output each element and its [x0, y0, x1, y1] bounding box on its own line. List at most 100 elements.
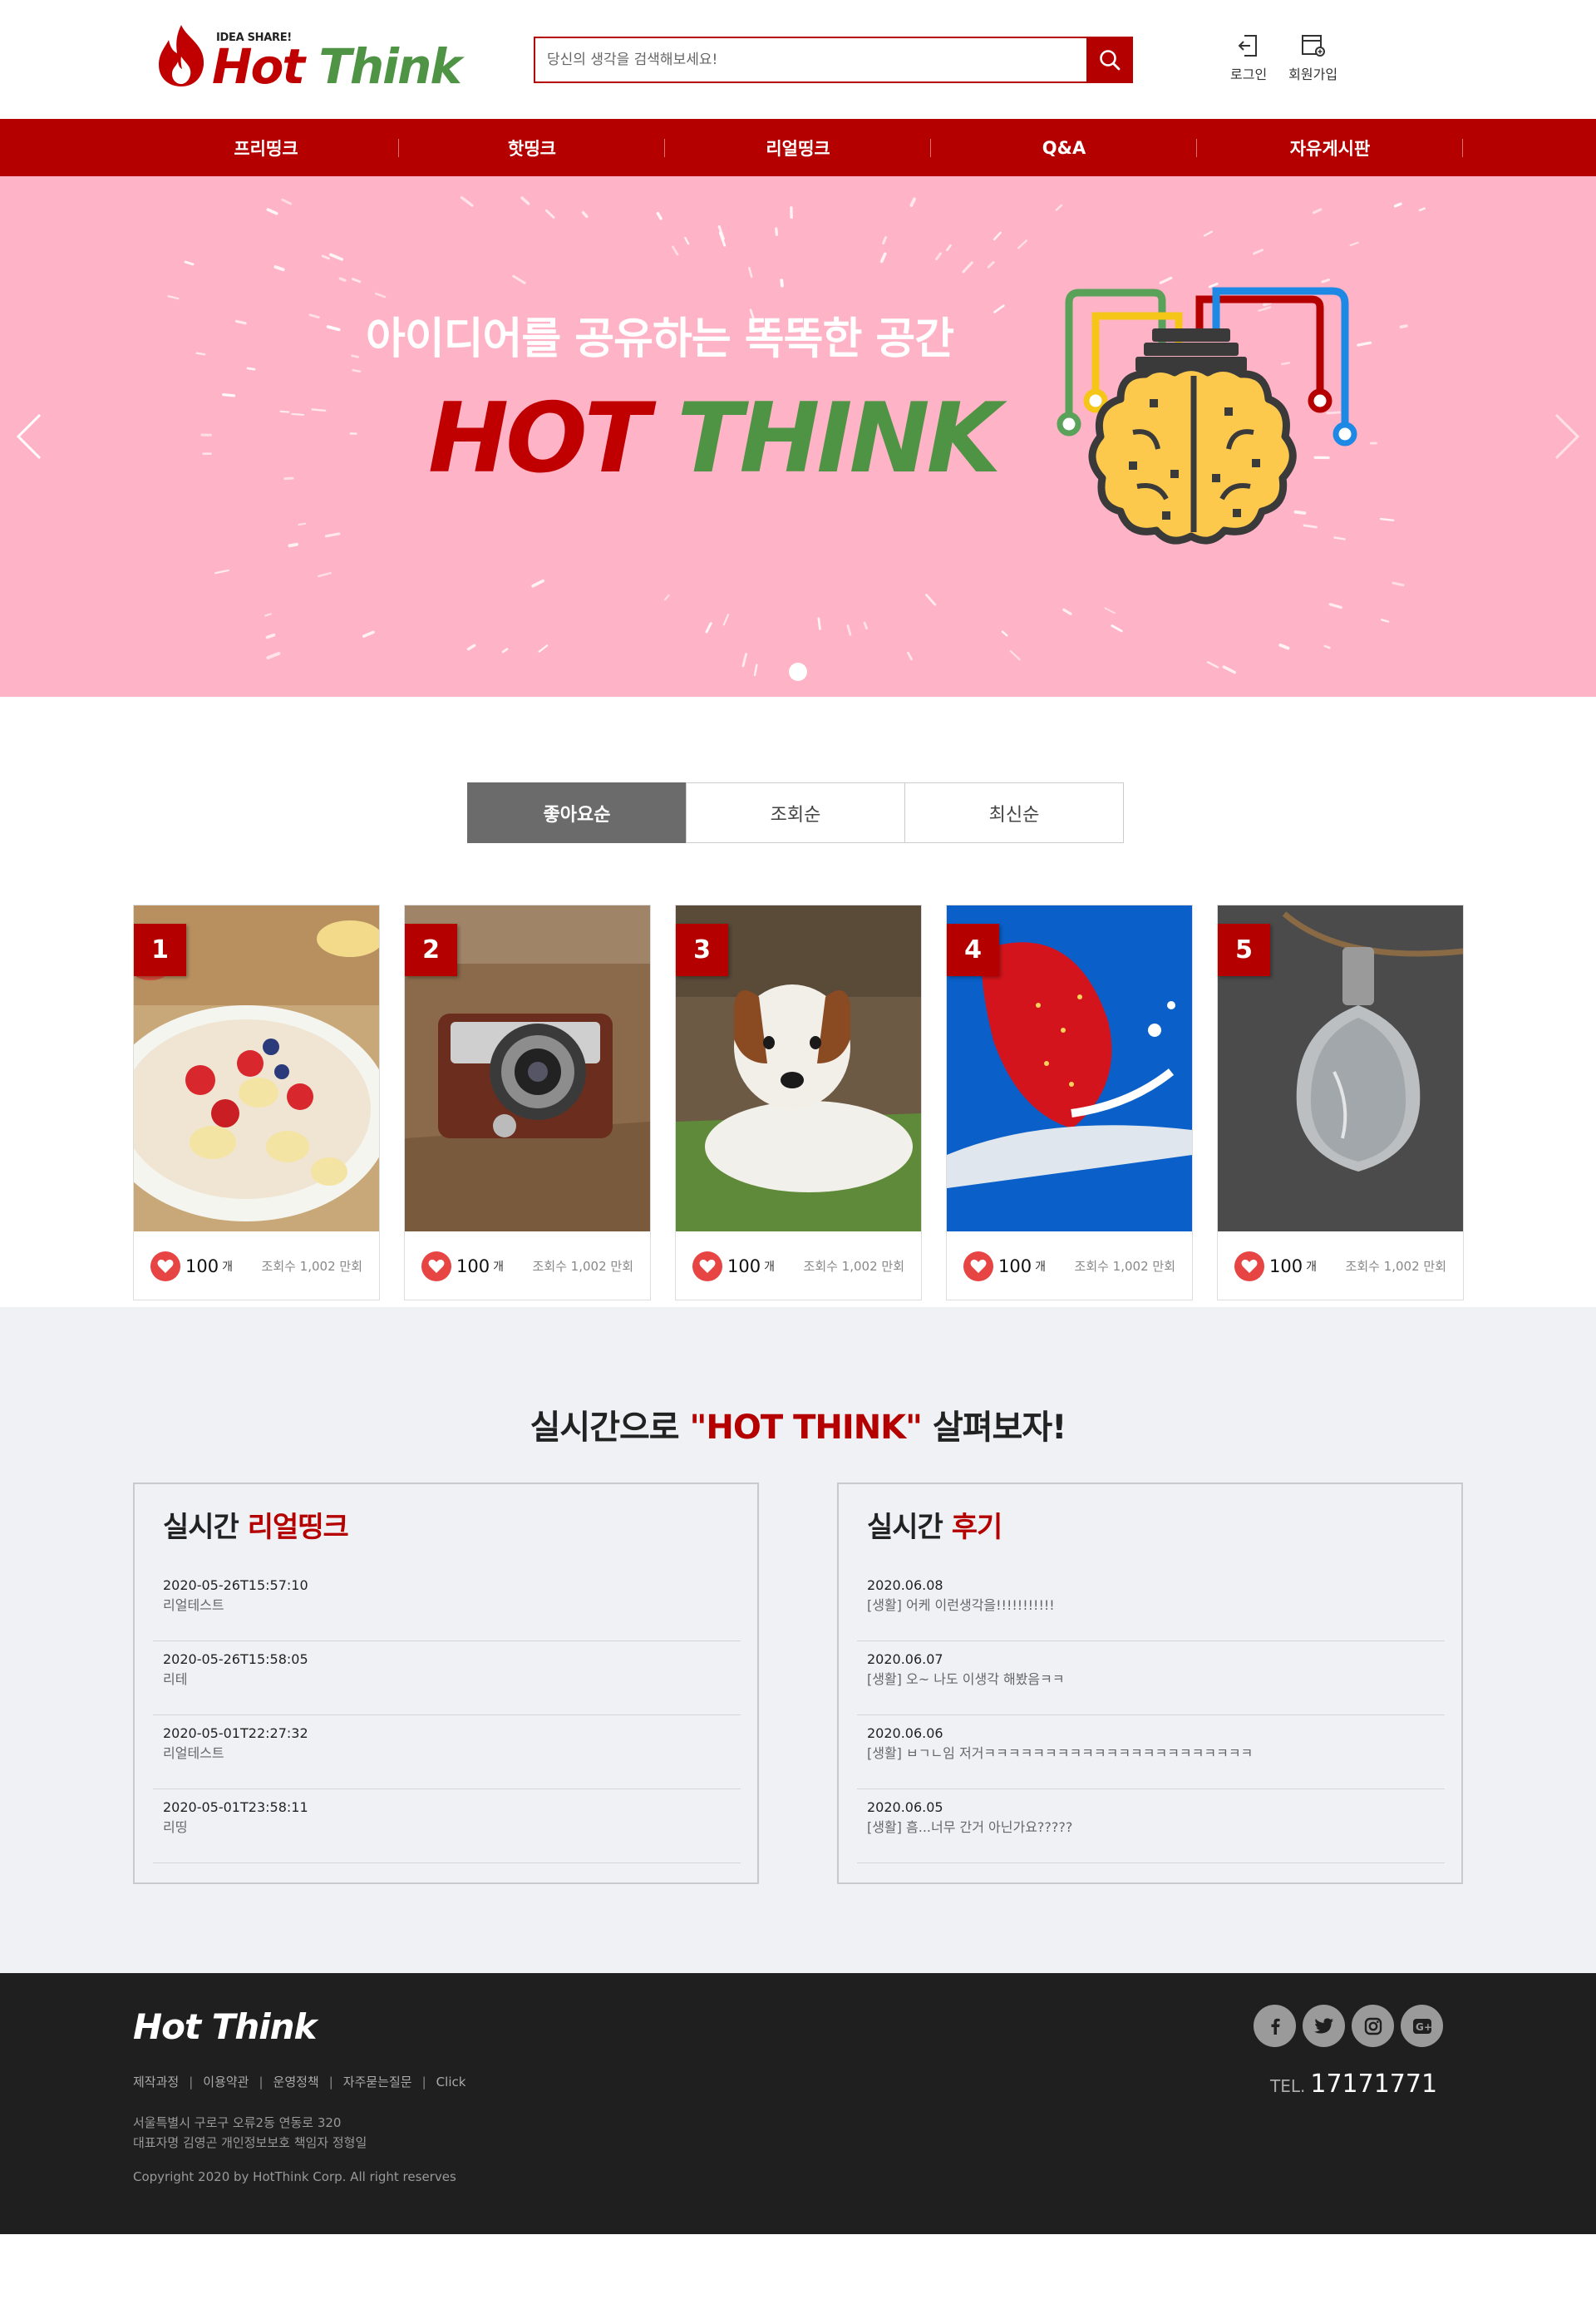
confetti-dash — [1009, 649, 1021, 661]
list-item[interactable]: 2020-05-01T22:27:32 리얼테스트 — [153, 1715, 741, 1789]
rank-badge: 5 — [1218, 924, 1270, 976]
item-text: 리얼테스트 — [163, 1597, 224, 1613]
view-count: 조회수 1,002 만회 — [532, 1259, 633, 1274]
login-link[interactable]: 로그인 — [1230, 33, 1267, 83]
tab-sort-likes[interactable]: 좋아요순 — [467, 782, 687, 843]
instagram-icon[interactable] — [1352, 2005, 1394, 2047]
footer-copyright: Copyright 2020 by HotThink Corp. All rig… — [133, 2169, 456, 2184]
google-plus-icon[interactable]: G+ — [1401, 2005, 1443, 2047]
like-unit: 개 — [1306, 1260, 1317, 1274]
confetti-dash — [1418, 207, 1426, 212]
confetti-dash — [1349, 241, 1359, 247]
signup-link[interactable]: 회원가입 — [1288, 33, 1337, 83]
footer-link-terms[interactable]: 이용약관 — [203, 2073, 249, 2090]
nav-item-freethink[interactable]: 프리띵크 — [133, 119, 399, 176]
confetti-dash — [1381, 619, 1390, 623]
site-header: IDEA SHARE! Hot Think 로그인 — [0, 0, 1596, 119]
footer-link-click[interactable]: Click — [436, 2075, 466, 2089]
list-item[interactable]: 2020-05-01T23:58:11 리띵 — [153, 1789, 741, 1863]
search-button[interactable] — [1086, 38, 1133, 81]
slider-dot[interactable] — [789, 663, 807, 681]
idea-card[interactable]: 4 100 개 조회수 1,002 만회 — [946, 905, 1193, 1300]
confetti-dash — [1203, 230, 1213, 237]
confetti-dash — [281, 198, 293, 205]
search-bar — [534, 37, 1133, 83]
search-icon — [1100, 50, 1121, 71]
heart-icon[interactable] — [963, 1251, 993, 1281]
confetti-dash — [780, 279, 784, 288]
confetti-dash — [993, 231, 1002, 241]
confetti-dash — [311, 408, 327, 412]
hero-banner: 아이디어를 공유하는 똑똑한 공간 HOT THINK — [0, 176, 1596, 697]
slider-next-arrow-icon[interactable] — [1553, 412, 1581, 461]
panel-title: 실시간 후기 — [867, 1511, 1002, 1544]
tab-sort-views[interactable]: 조회순 — [686, 782, 905, 843]
footer-link-faq[interactable]: 자주묻는질문 — [343, 2073, 412, 2090]
confetti-dash — [308, 313, 320, 319]
list-item[interactable]: 2020.06.07 [생활] 오~ 나도 이생각 해봤음ㅋㅋ — [857, 1641, 1445, 1715]
confetti-dash — [1062, 608, 1072, 615]
panel-title: 실시간 리얼띵크 — [163, 1511, 349, 1544]
like-count: 100 — [456, 1256, 490, 1276]
confetti-dash — [214, 569, 229, 575]
idea-card[interactable]: 2 100 개 조회수 1,002 만회 — [404, 905, 651, 1300]
search-input[interactable] — [535, 38, 1086, 81]
list-item[interactable]: 2020.06.06 [생활] ㅂㄱㄴ임 저거ㅋㅋㅋㅋㅋㅋㅋㅋㅋㅋㅋㅋㅋㅋㅋㅋㅋ… — [857, 1715, 1445, 1789]
footer-link-process[interactable]: 제작과정 — [133, 2073, 179, 2090]
list-item[interactable]: 2020-05-26T15:57:10 리얼테스트 — [153, 1567, 741, 1641]
heart-icon[interactable] — [1234, 1251, 1264, 1281]
tab-sort-latest[interactable]: 최신순 — [904, 782, 1124, 843]
confetti-dash — [283, 476, 294, 481]
confetti-dash — [195, 352, 206, 356]
site-logo[interactable]: IDEA SHARE! Hot Think — [154, 22, 462, 95]
like-count: 100 — [1269, 1256, 1303, 1276]
hero-subtitle: 아이디어를 공유하는 똑똑한 공간 — [366, 314, 954, 364]
confetti-dash — [656, 211, 663, 220]
confetti-dash — [352, 369, 362, 373]
slider-pagination — [0, 663, 1596, 681]
twitter-icon[interactable] — [1303, 2005, 1345, 2047]
confetti-dash — [925, 594, 937, 606]
heart-icon[interactable] — [150, 1251, 180, 1281]
nav-item-free-board[interactable]: 자유게시판 — [1197, 119, 1463, 176]
slider-prev-arrow-icon[interactable] — [15, 412, 43, 461]
nav-item-hotthink[interactable]: 핫띵크 — [399, 119, 665, 176]
item-date: 2020-05-01T23:58:11 — [163, 1799, 308, 1815]
confetti-dash — [1399, 324, 1408, 329]
confetti-dash — [1379, 517, 1395, 522]
facebook-icon[interactable] — [1254, 2005, 1296, 2047]
idea-card[interactable]: 3 100 개 조회수 1,002 만회 — [675, 905, 922, 1300]
footer-logo[interactable]: Hot Think — [133, 2006, 317, 2047]
heart-icon[interactable] — [692, 1251, 722, 1281]
list-item[interactable]: 2020.06.05 [생활] 흠...너무 간거 아닌가요????? — [857, 1789, 1445, 1863]
heart-icon[interactable] — [421, 1251, 451, 1281]
card-meta: 100 개 조회수 1,002 만회 — [1218, 1231, 1463, 1300]
list-item[interactable]: 2020.06.08 [생활] 어케 이런생각을!!!!!!!!!!! — [857, 1567, 1445, 1641]
like-unit: 개 — [493, 1260, 504, 1274]
confetti-dash — [298, 522, 307, 526]
confetti-dash — [1393, 202, 1402, 208]
like-count: 100 — [998, 1256, 1032, 1276]
confetti-dash — [291, 412, 304, 416]
item-text: 리테 — [163, 1671, 188, 1687]
confetti-dash — [266, 208, 278, 215]
view-count: 조회수 1,002 만회 — [1345, 1259, 1446, 1274]
login-icon — [1238, 35, 1258, 57]
confetti-dash — [909, 197, 916, 207]
idea-card[interactable]: 5 100 개 조회수 1,002 만회 — [1217, 905, 1464, 1300]
main-nav: 프리띵크 핫띵크 리얼띵크 Q&A 자유게시판 — [0, 119, 1596, 176]
confetti-dash — [1104, 607, 1116, 614]
confetti-dash — [1323, 644, 1331, 649]
view-count: 조회수 1,002 만회 — [261, 1259, 362, 1274]
confetti-dash — [288, 542, 298, 548]
confetti-dash — [321, 254, 330, 260]
confetti-dash — [581, 210, 589, 219]
list-item[interactable]: 2020-05-26T15:58:05 리테 — [153, 1641, 741, 1715]
idea-card[interactable]: 1 100 개 조회수 1,002 만회 — [133, 905, 380, 1300]
footer-link-policy[interactable]: 운영정책 — [273, 2073, 319, 2090]
nav-item-qna[interactable]: Q&A — [931, 119, 1197, 176]
nav-item-realthink[interactable]: 리얼띵크 — [665, 119, 931, 176]
flame-icon — [159, 25, 204, 86]
confetti-dash — [846, 624, 852, 636]
confetti-dash — [987, 260, 995, 269]
